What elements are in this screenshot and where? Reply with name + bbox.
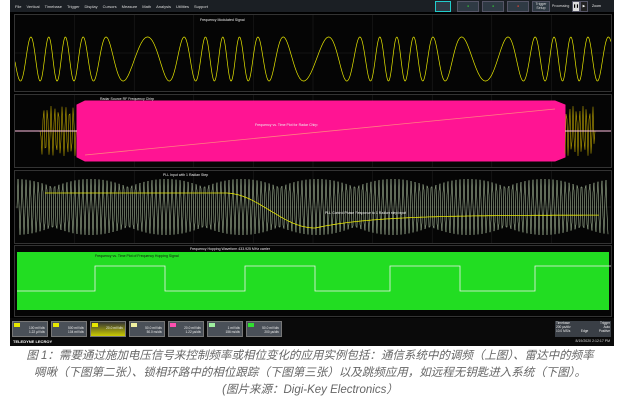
menu-support[interactable]: Support: [194, 4, 208, 9]
channel-descriptor-f3[interactable]: F320.0 mV/div1.22 µs/div: [168, 321, 204, 337]
menu-trigger[interactable]: Trigger: [67, 4, 80, 9]
hop-carrier-fill: [17, 252, 609, 310]
caption-line-2: 啁啾（下图第二张）、锁相环路中的相位跟踪（下图第三张）以及跳频应用，如远程无钥匙…: [34, 367, 586, 379]
channel-scale-2: 1.22 µV/div: [28, 330, 45, 334]
channel-tag: [14, 323, 20, 327]
channel-scale-2: 1.22 µs/div: [185, 330, 201, 334]
channel-tag: [248, 323, 254, 327]
channel-bar: C1100 mV/div1.22 µV/divC2500 mV/div104 m…: [10, 318, 614, 346]
hop-plot-label: Frequency vs. Time Plot of Frequency Hop…: [95, 254, 179, 258]
channel-tag: [170, 323, 176, 327]
menu-utilities[interactable]: Utilities: [176, 4, 189, 9]
pll-title: PLL Input with 1 Radian Step: [163, 173, 209, 177]
channel-descriptor-f2[interactable]: F250.0 mV/div50.0 ns/div: [129, 321, 165, 337]
caption-line-1: 图 1：需要通过施加电压信号来控制频率或相位变化的应用实例包括：通信系统中的调频…: [26, 350, 594, 362]
caption-line-3: (图片来源：Digi-Key Electronics）: [222, 384, 398, 396]
processing-label: Processing: [552, 4, 570, 8]
brand-logo: TELEDYNE LECROY: [13, 339, 53, 344]
trigger-slope: Positive: [598, 329, 610, 333]
channel-tag: [92, 323, 98, 327]
pll-plot-label: PLL Control Phase Response to 1 Radian s…: [325, 211, 407, 215]
chirp-title: Radar Source RF Frequency Chirp: [100, 97, 155, 101]
sample-rate: 10.0 MS/s: [556, 329, 571, 333]
menu-math[interactable]: Math: [142, 4, 151, 9]
run-green-button[interactable]: ●: [457, 1, 479, 12]
panel-hop: Frequency Hopping Waveform 433.925 MHz c…: [14, 245, 612, 317]
panel-fm: Frequency Modulated Signal: [14, 14, 612, 92]
menu-display[interactable]: Display: [85, 4, 98, 9]
menu-vertical[interactable]: Vertical: [26, 4, 39, 9]
timebase-trigger-box[interactable]: Timebase Trigger 200 µs/div Auto 10.0 MS/s…: [555, 321, 611, 337]
channel-descriptor-f1[interactable]: F120.0 mV/div: [90, 321, 126, 337]
channel-scale-2: 156 ns/div: [225, 330, 240, 334]
channel-descriptor-c2[interactable]: C2500 mV/div104 mV/div: [51, 321, 87, 337]
single-green-button[interactable]: ●: [482, 1, 504, 12]
channel-descriptor-c1[interactable]: C1100 mV/div1.22 µV/div: [12, 321, 48, 337]
zoom-label[interactable]: Zoom: [592, 4, 601, 8]
pause-icon[interactable]: ❚❚: [572, 1, 580, 12]
menu-measure[interactable]: Measure: [122, 4, 138, 9]
channel-descriptor-f5[interactable]: F550.0 mV/div200 µs/div: [246, 321, 282, 337]
chirp-plot-label: Frequency vs. Time Plot for Radar Chirp: [255, 123, 318, 127]
figure-caption: 图 1：需要通过施加电压信号来控制频率或相位变化的应用实例包括：通信系统中的调频…: [0, 348, 620, 399]
stop-red-button[interactable]: ●: [507, 1, 529, 12]
panel-chirp: Radar Source RF Frequency Chirp Frequenc…: [14, 94, 612, 168]
chirp-waveform: [15, 95, 611, 167]
channel-scale-2: 104 mV/div: [68, 330, 84, 334]
play-icon[interactable]: ▶: [580, 1, 588, 12]
channel-descriptor-f4[interactable]: F41 mV/div156 ns/div: [207, 321, 243, 337]
fm-waveform: [14, 15, 612, 91]
channel-tag: [131, 323, 137, 327]
channel-tag: [53, 323, 59, 327]
datetime: 8/19/2020 2:12:17 PM: [575, 339, 610, 343]
channel-tag: [209, 323, 215, 327]
menu-timebase[interactable]: Timebase: [45, 4, 62, 9]
menu-file[interactable]: File: [15, 4, 21, 9]
fm-title: Frequency Modulated Signal: [200, 18, 245, 22]
menu-analysis[interactable]: Analysis: [156, 4, 171, 9]
hop-title: Frequency Hopping Waveform 433.925 MHz c…: [190, 247, 271, 251]
channel-scale-2: 50.0 ns/div: [146, 330, 162, 334]
display-layout-button[interactable]: [435, 1, 451, 12]
trigger-setup-button[interactable]: Trigger Setup: [532, 1, 550, 12]
oscilloscope-screen: File Vertical Timebase Trigger Display C…: [10, 0, 614, 346]
channel-scale-2: 200 µs/div: [264, 330, 279, 334]
menu-cursors[interactable]: Cursors: [103, 4, 117, 9]
trigger-type: Edge: [580, 329, 589, 333]
chirp-envelope: [76, 100, 566, 162]
panel-pll: PLL Input with 1 Radian Step PLL Control…: [14, 170, 612, 244]
pll-waveform: [15, 171, 611, 243]
